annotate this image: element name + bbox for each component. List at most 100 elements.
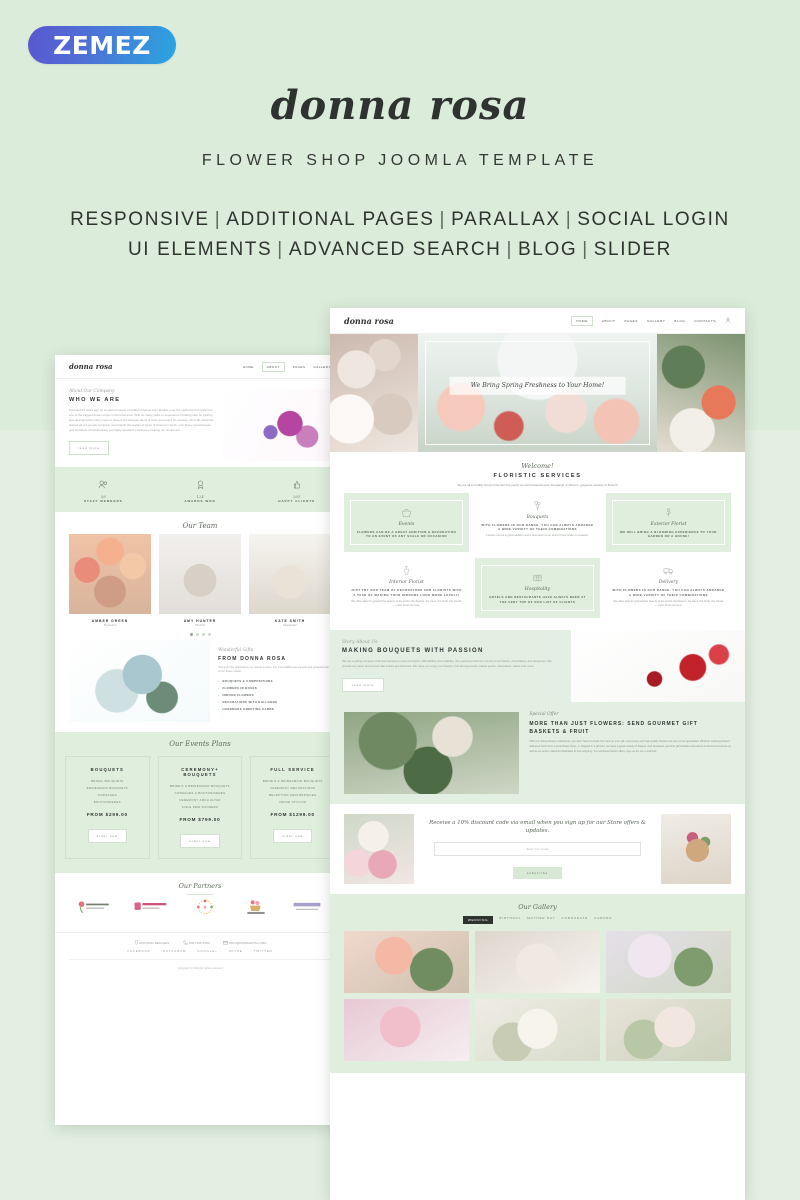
plan-order-button[interactable]: order now bbox=[272, 829, 313, 843]
plan-order-button[interactable]: order now bbox=[180, 834, 220, 848]
gallery-filters[interactable]: WEDDING BIRTHDAY MOTHER DAY CORPORATE GA… bbox=[330, 915, 745, 924]
gallery-title: Our Gallery bbox=[518, 902, 557, 911]
nav-item-home[interactable]: HOME bbox=[243, 365, 254, 369]
social-link-twitter[interactable]: TWITTER bbox=[254, 949, 273, 953]
homepage-mockup[interactable]: donna rosa HOME ABOUT PAGES GALLERY BLOG… bbox=[330, 308, 745, 1200]
service-name: Events bbox=[398, 521, 415, 527]
service-card[interactable]: Exterior Florist WE WILL BRING A BLOOMIN… bbox=[606, 492, 731, 553]
nav-item-pages[interactable]: PAGES bbox=[625, 319, 638, 323]
hero-left-image bbox=[330, 334, 418, 452]
about-body: Founded 44 years ago by a married couple… bbox=[69, 408, 214, 432]
pricing-plan[interactable]: BOUQUETS BRIDAL BOUQUETS BRIDESMAID BOUQ… bbox=[65, 756, 150, 859]
gifts-list-item: INDOOR FLOWERS bbox=[218, 693, 331, 697]
nav-item-blog[interactable]: BLOG bbox=[674, 319, 685, 323]
services-row-1: Events FLOWERS CAN BE A GREAT ADDITION &… bbox=[330, 492, 745, 553]
main-nav-front[interactable]: HOME ABOUT PAGES GALLERY BLOG CONTACTS bbox=[571, 315, 731, 326]
social-link-instagram[interactable]: INSTAGRAM bbox=[161, 949, 186, 953]
site-logo[interactable]: donna rosa bbox=[344, 316, 394, 326]
service-card[interactable]: Events FLOWERS CAN BE A GREAT ADDITION &… bbox=[344, 492, 469, 553]
nav-item-gallery[interactable]: GALLERY bbox=[647, 319, 665, 323]
nav-item-pages[interactable]: PAGES bbox=[293, 365, 306, 369]
footer-contact-address[interactable]: MONTANA BEACHES bbox=[134, 940, 170, 945]
service-card[interactable]: Bouquets WITH FLOWERS IN OUR RANGE, YOU … bbox=[475, 493, 600, 553]
feature-item: UI ELEMENTS bbox=[127, 239, 273, 260]
zemez-logo[interactable]: ZEMEZ bbox=[28, 26, 176, 64]
partner-logo-marketplace[interactable] bbox=[77, 900, 111, 919]
pricing-section: Our Events Plans BOUQUETS BRIDAL BOUQUET… bbox=[55, 732, 345, 873]
social-link-skype[interactable]: SKYPE bbox=[229, 949, 243, 953]
plan-name: BOUQUETS bbox=[90, 767, 124, 772]
pricing-plan[interactable]: FULL SERVICE BRIDE'S & BRIDESMAID BOUQUE… bbox=[250, 756, 336, 859]
footer-contact-email[interactable]: INFO@DONNAROSA.ORG bbox=[223, 940, 266, 945]
partner-logo-villarosa[interactable] bbox=[134, 900, 168, 919]
special-offer-section: Special Offer MORE THAN JUST FLOWERS: SE… bbox=[330, 701, 745, 804]
carousel-dot[interactable] bbox=[207, 633, 211, 636]
feature-item: SOCIAL LOGIN bbox=[577, 209, 730, 230]
hero-slider[interactable]: We Bring Spring Freshness to Your Home! bbox=[330, 334, 745, 452]
nav-item-about[interactable]: ABOUT bbox=[261, 361, 285, 372]
partners-title: Our Partners bbox=[178, 882, 222, 890]
team-member[interactable]: AMY HUNTER Florist bbox=[159, 534, 241, 627]
about-read-more-button[interactable]: read more bbox=[69, 440, 109, 455]
plan-feature: BRIDAL BOUQUETS bbox=[91, 779, 124, 783]
pricing-plan[interactable]: CEREMONY+ BOUQUETS BRIDE'S & BRIDESMAID … bbox=[157, 756, 243, 859]
team-member[interactable]: AMBER GREEN Founder bbox=[69, 534, 151, 627]
social-link-facebook[interactable]: FACEBOOK bbox=[127, 949, 150, 953]
service-card[interactable]: Interior Florist JUST TRY OUR TEAM OF DE… bbox=[344, 558, 469, 618]
gallery-thumbnail[interactable] bbox=[606, 998, 731, 1061]
site-header-back: donna rosa HOME ABOUT PAGES GALLERY bbox=[55, 355, 345, 379]
nav-item-home[interactable]: HOME bbox=[571, 315, 593, 326]
gallery-thumbnail[interactable] bbox=[475, 998, 600, 1061]
newsletter-headline: Receive a 10% discount code via email wh… bbox=[429, 819, 646, 835]
gifts-section: Wonderful Gifts FROM DONNA ROSA Come and… bbox=[55, 636, 345, 732]
gallery-filter-garden[interactable]: GARDEN bbox=[594, 916, 612, 924]
nav-item-gallery[interactable]: GALLERY bbox=[314, 365, 331, 369]
carousel-dot[interactable] bbox=[189, 633, 193, 636]
gallery-filter-mother-day[interactable]: MOTHER DAY bbox=[527, 916, 555, 924]
pricing-plans: BOUQUETS BRIDAL BOUQUETS BRIDESMAID BOUQ… bbox=[55, 756, 345, 859]
bouquet-icon bbox=[534, 500, 541, 510]
nav-item-contacts[interactable]: CONTACTS bbox=[694, 319, 716, 323]
hotel-icon bbox=[533, 575, 542, 582]
plan-order-button[interactable]: order now bbox=[87, 829, 128, 843]
award-icon bbox=[197, 480, 203, 490]
footer-address-text: MONTANA BEACHES bbox=[139, 941, 170, 945]
page-title: donna rosa bbox=[270, 82, 530, 129]
gallery-filter-corporate[interactable]: CORPORATE bbox=[562, 916, 589, 924]
partner-logo-grapes[interactable] bbox=[291, 900, 323, 919]
site-logo[interactable]: donna rosa bbox=[69, 362, 113, 371]
service-card[interactable]: Hospitality HOTELS AND RESTAURANTS HAVE … bbox=[475, 558, 600, 618]
newsletter-left-image bbox=[344, 813, 414, 884]
offer-kicker: Special Offer bbox=[529, 711, 559, 717]
gifts-list-item: HANDMADE GREETING CARDS bbox=[218, 707, 331, 711]
story-read-more-button[interactable]: read more bbox=[342, 677, 385, 692]
social-link-googleplus[interactable]: GOOGLE+ bbox=[197, 949, 217, 953]
story-text-block: Story About Us MAKING BOUQUETS WITH PASS… bbox=[330, 630, 571, 702]
team-member[interactable]: KATE SMITH Designer bbox=[249, 534, 331, 627]
gallery-thumbnail[interactable] bbox=[606, 930, 731, 993]
newsletter-email-input[interactable]: Enter Your Email bbox=[434, 841, 641, 856]
nav-item-about[interactable]: ABOUT bbox=[602, 319, 616, 323]
offer-text-block: Special Offer MORE THAN JUST FLOWERS: SE… bbox=[529, 712, 731, 794]
about-kicker: About Our Company bbox=[69, 389, 115, 394]
plan-price: FROM $1299.00 bbox=[270, 812, 315, 817]
carousel-dot[interactable] bbox=[201, 633, 205, 636]
hero-frame bbox=[425, 341, 650, 445]
footer-social-links[interactable]: FACEBOOK INSTAGRAM GOOGLE+ SKYPE TWITTER bbox=[69, 949, 331, 953]
carousel-dot[interactable] bbox=[195, 633, 199, 636]
gallery-thumbnail[interactable] bbox=[475, 930, 600, 993]
user-icon[interactable] bbox=[725, 317, 731, 324]
footer-contact-phone[interactable]: 800-7346-6780 bbox=[183, 940, 209, 946]
gallery-thumbnail[interactable] bbox=[344, 998, 469, 1061]
main-nav-back[interactable]: HOME ABOUT PAGES GALLERY bbox=[243, 361, 331, 372]
partner-logo-flower-shop[interactable] bbox=[243, 899, 269, 920]
team-member-photo bbox=[249, 534, 331, 614]
secondary-page-mockup[interactable]: donna rosa HOME ABOUT PAGES GALLERY Abou… bbox=[55, 355, 345, 1125]
newsletter-subscribe-button[interactable]: subscribe bbox=[512, 866, 563, 879]
service-card[interactable]: Delivery WITH FLOWERS IN OUR RANGE, YOU … bbox=[606, 558, 731, 618]
gallery-filter-birthday[interactable]: BIRTHDAY bbox=[499, 916, 521, 924]
service-headline: JUST TRY OUR TEAM OF DECORATORS AND FLOR… bbox=[351, 588, 462, 597]
gallery-thumbnail[interactable] bbox=[344, 930, 469, 993]
gallery-filter-wedding[interactable]: WEDDING bbox=[462, 915, 494, 924]
partner-logo-blooming[interactable]: B bbox=[190, 899, 220, 920]
